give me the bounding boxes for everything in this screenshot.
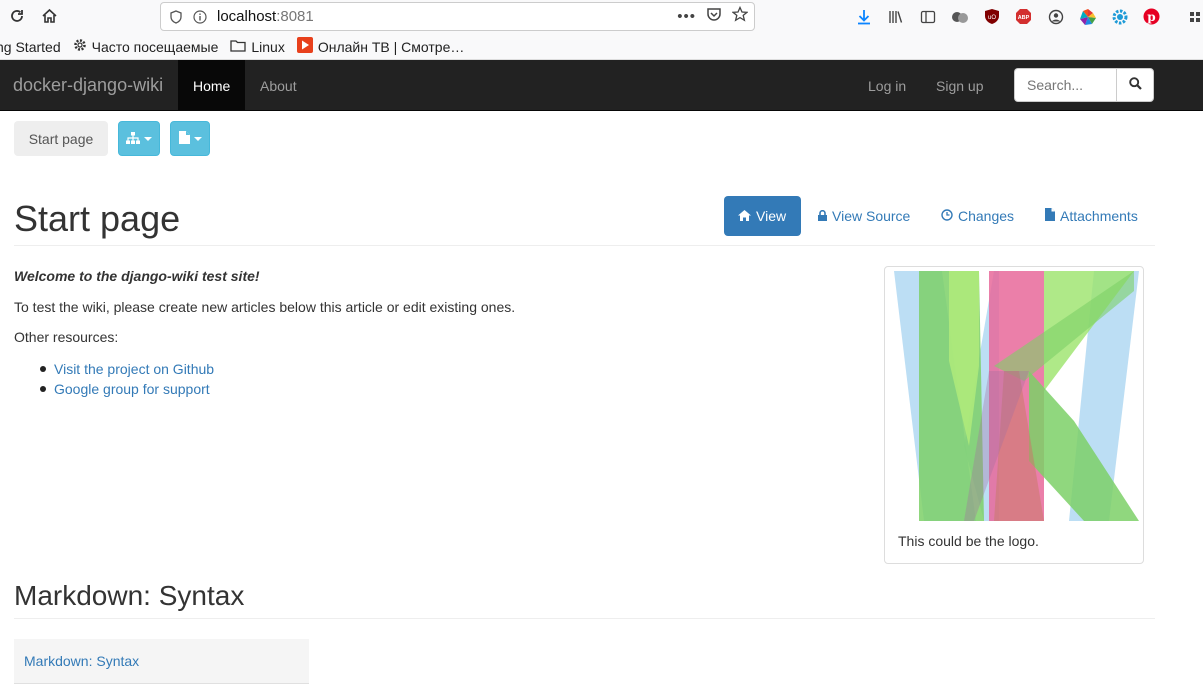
home-icon xyxy=(738,208,751,224)
bookmark-linux[interactable]: Linux xyxy=(230,38,285,55)
search-input[interactable] xyxy=(1014,68,1116,102)
pocket-icon[interactable] xyxy=(706,7,722,26)
bookmark-label: ng Started xyxy=(0,38,61,55)
color-wheel-icon[interactable] xyxy=(1076,5,1099,28)
lock-icon xyxy=(818,208,827,224)
url-host: localhost xyxy=(217,8,277,25)
pinterest-icon[interactable]: p xyxy=(1140,5,1163,28)
svg-text:p: p xyxy=(1147,10,1155,24)
logo-figure: This could be the logo. xyxy=(884,266,1144,564)
site-navbar: docker-django-wiki Home About Log in Sig… xyxy=(0,60,1203,111)
gear-extension-icon[interactable] xyxy=(1108,5,1131,28)
overflow-grid-icon[interactable] xyxy=(1188,5,1203,28)
chevron-down-icon xyxy=(144,136,152,141)
svg-text:uO: uO xyxy=(987,15,995,21)
ext-circles-icon[interactable] xyxy=(948,5,971,28)
svg-text:ABP: ABP xyxy=(1018,15,1030,21)
page-title: Start page xyxy=(14,198,181,239)
resources-label: Other resources: xyxy=(14,329,119,345)
login-link[interactable]: Log in xyxy=(853,60,921,110)
site-brand[interactable]: docker-django-wiki xyxy=(13,75,163,96)
ublock-icon[interactable]: uO xyxy=(980,5,1003,28)
section-divider xyxy=(14,618,1155,619)
tab-label: View Source xyxy=(832,208,911,224)
signup-link[interactable]: Sign up xyxy=(921,60,998,110)
search-form xyxy=(1014,68,1154,102)
file-icon xyxy=(178,130,190,147)
tab-attachments[interactable]: Attachments xyxy=(1031,196,1152,236)
sitemap-dropdown-button[interactable] xyxy=(118,121,160,156)
list-item: Google group for support xyxy=(40,379,214,399)
adblock-plus-icon[interactable]: ABP xyxy=(1012,5,1035,28)
shield-icon[interactable] xyxy=(167,8,185,26)
bookmark-label: Онлайн ТВ | Смотре… xyxy=(317,38,465,55)
title-divider xyxy=(14,245,1155,246)
home-icon[interactable] xyxy=(38,5,60,27)
clock-icon xyxy=(941,208,953,224)
github-link[interactable]: Visit the project on Github xyxy=(54,361,214,377)
tab-view[interactable]: View xyxy=(724,196,801,236)
bookmark-star-icon[interactable] xyxy=(731,5,749,26)
bookmark-label: Linux xyxy=(251,38,285,55)
search-button[interactable] xyxy=(1116,68,1154,102)
bookmark-label: Часто посещаемые xyxy=(91,38,219,55)
tab-label: View xyxy=(756,208,787,224)
resources-list: Visit the project on Github Google group… xyxy=(40,359,214,399)
library-icon[interactable] xyxy=(884,5,907,28)
tab-view-source[interactable]: View Source xyxy=(804,196,924,236)
file-icon xyxy=(1045,208,1055,224)
url-port: :8081 xyxy=(276,8,314,25)
bookmark-online-tv[interactable]: Онлайн ТВ | Смотре… xyxy=(296,37,465,56)
reader-icon[interactable] xyxy=(916,5,939,28)
bookmarks-toolbar: ng Started Часто посещаемые Linux Онлайн… xyxy=(0,34,1203,60)
toc-panel: Markdown: Syntax xyxy=(14,639,309,684)
url-bar[interactable]: localhost:8081 ••• xyxy=(160,2,755,31)
logo-caption: This could be the logo. xyxy=(898,533,1039,549)
page-actions-icon[interactable]: ••• xyxy=(677,8,696,25)
tab-changes[interactable]: Changes xyxy=(927,196,1028,236)
list-item: Visit the project on Github xyxy=(40,359,214,379)
sitemap-icon xyxy=(126,131,140,147)
download-icon[interactable] xyxy=(852,5,875,28)
browser-toolbar: localhost:8081 ••• uO ABP p xyxy=(0,0,1203,34)
account-icon[interactable] xyxy=(1044,5,1067,28)
section-title: Markdown: Syntax xyxy=(14,580,245,611)
search-icon xyxy=(1128,77,1142,93)
tv-icon xyxy=(296,37,313,56)
bookmark-most-visited[interactable]: Часто посещаемые xyxy=(73,38,219,55)
welcome-text: Welcome to the django-wiki test site! xyxy=(14,268,260,284)
wiki-logo-image xyxy=(894,271,1139,521)
tab-label: Changes xyxy=(958,208,1015,224)
info-icon[interactable] xyxy=(191,8,209,26)
intro-text: To test the wiki, please create new arti… xyxy=(14,299,516,315)
chevron-down-icon xyxy=(193,136,202,141)
reload-icon[interactable] xyxy=(6,5,28,27)
google-group-link[interactable]: Google group for support xyxy=(54,381,210,397)
file-dropdown-button[interactable] xyxy=(170,121,210,156)
folder-icon xyxy=(230,39,247,55)
bookmark-getting-started[interactable]: ng Started xyxy=(0,39,61,55)
toc-link[interactable]: Markdown: Syntax xyxy=(24,653,139,669)
nav-about[interactable]: About xyxy=(245,60,312,110)
nav-home[interactable]: Home xyxy=(178,60,246,110)
start-page-button[interactable]: Start page xyxy=(14,121,108,156)
tab-label: Attachments xyxy=(1060,208,1138,224)
gear-icon xyxy=(73,38,87,55)
